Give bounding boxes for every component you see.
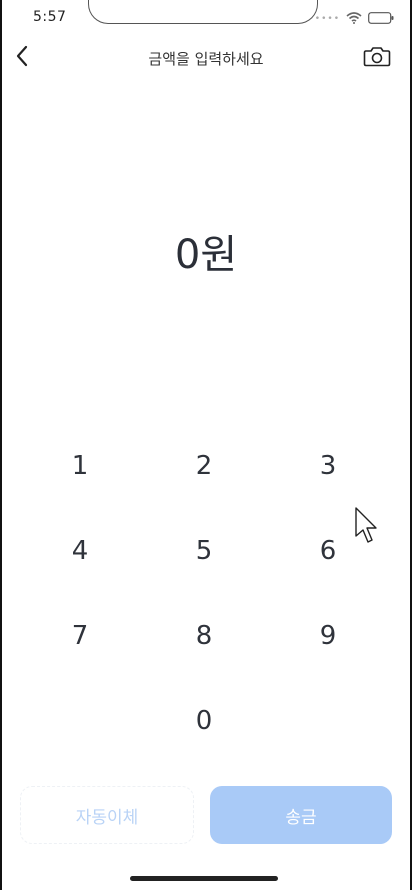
mouse-cursor-icon (354, 506, 378, 546)
device-notch (88, 0, 318, 24)
auto-transfer-button[interactable]: 자동이체 (20, 786, 194, 844)
key-9[interactable]: 9 (268, 594, 388, 678)
amount-entry-screen: 5:57 •••• 금액을 입력하세요 0원 1 2 3 4 5 6 7 8 9… (0, 0, 412, 890)
signal-icon: •••• (314, 13, 340, 24)
key-5[interactable]: 5 (144, 509, 264, 593)
camera-icon (363, 45, 391, 71)
status-icons: •••• (315, 9, 394, 28)
key-1[interactable]: 1 (20, 424, 140, 508)
page-title: 금액을 입력하세요 (148, 50, 264, 68)
home-indicator (130, 876, 278, 881)
status-time: 5:57 (33, 9, 67, 25)
send-button[interactable]: 송금 (210, 786, 392, 844)
device-frame-left (0, 0, 2, 890)
wifi-icon (346, 9, 362, 28)
camera-button[interactable] (362, 44, 392, 72)
battery-icon (368, 9, 394, 28)
key-8[interactable]: 8 (144, 594, 264, 678)
amount-display: 0원 (0, 222, 412, 280)
key-3[interactable]: 3 (268, 424, 388, 508)
key-0[interactable]: 0 (144, 679, 264, 763)
key-7[interactable]: 7 (20, 594, 140, 678)
key-4[interactable]: 4 (20, 509, 140, 593)
key-2[interactable]: 2 (144, 424, 264, 508)
amount-value: 0 (174, 232, 201, 278)
amount-unit: 원 (200, 232, 238, 278)
